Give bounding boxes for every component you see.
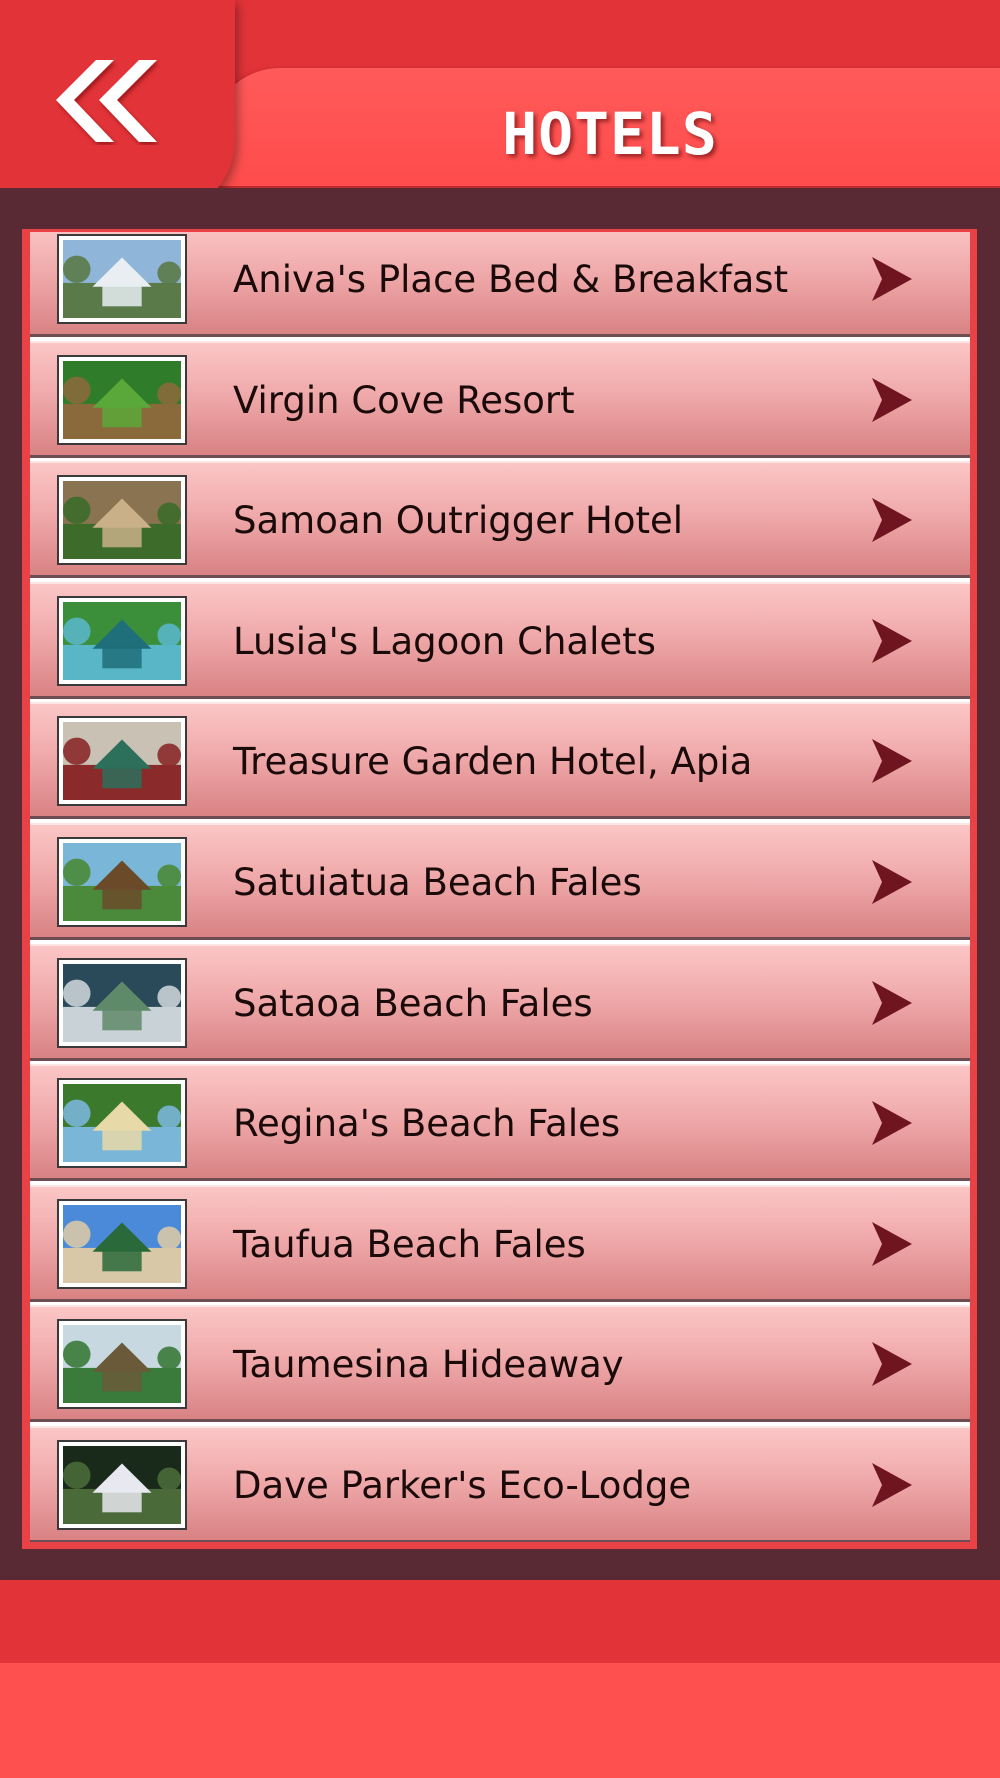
hotel-name: Samoan Outrigger Hotel bbox=[233, 499, 684, 543]
hotel-row[interactable]: Treasure Garden Hotel, Apia bbox=[30, 702, 970, 820]
beach-fale-photo bbox=[63, 843, 181, 921]
hotel-thumbnail bbox=[57, 1440, 187, 1530]
hotel-thumbnail bbox=[57, 1198, 187, 1289]
hotel-name: Sataoa Beach Fales bbox=[233, 981, 593, 1025]
hotel-name: Taumesina Hideaway bbox=[233, 1343, 624, 1387]
hotel-name: Lusia's Lagoon Chalets bbox=[233, 619, 656, 663]
footer-bar bbox=[0, 1580, 1000, 1663]
hotel-name: Dave Parker's Eco-Lodge bbox=[233, 1464, 692, 1507]
hotel-thumbnail bbox=[57, 716, 187, 807]
chevron-right-icon bbox=[872, 498, 912, 543]
hotel-row[interactable]: Virgin Cove Resort bbox=[30, 340, 970, 458]
chevron-right-icon bbox=[872, 1463, 912, 1507]
back-button[interactable] bbox=[0, 0, 235, 215]
hotel-row[interactable]: Lusia's Lagoon Chalets bbox=[30, 581, 970, 699]
hotel-name: Taufua Beach Fales bbox=[233, 1222, 586, 1266]
hotel-name: Aniva's Place Bed & Breakfast bbox=[233, 258, 789, 301]
hotel-thumbnail bbox=[57, 475, 187, 566]
hotel-name: Virgin Cove Resort bbox=[233, 378, 575, 422]
double-chevron-left-icon bbox=[56, 60, 157, 142]
hotel-list[interactable]: Aniva's Place Bed & Breakfast Virgin Cove… bbox=[30, 232, 970, 1542]
beach-shore-photo bbox=[63, 1084, 181, 1163]
hotel-row[interactable]: Aniva's Place Bed & Breakfast bbox=[30, 232, 970, 337]
chevron-right-icon bbox=[872, 618, 912, 663]
chevron-right-icon bbox=[872, 377, 912, 422]
hotel-thumbnail bbox=[57, 234, 187, 324]
hotel-row[interactable]: Samoan Outrigger Hotel bbox=[30, 461, 970, 579]
hotel-row[interactable]: Sataoa Beach Fales bbox=[30, 943, 970, 1061]
chevron-right-icon bbox=[872, 980, 912, 1025]
list-panel: Aniva's Place Bed & Breakfast Virgin Cove… bbox=[0, 188, 1000, 1580]
hotel-thumbnail bbox=[57, 354, 187, 445]
hotel-thumbnail bbox=[57, 1319, 187, 1410]
tropical-hut-photo bbox=[63, 360, 181, 439]
hotel-name: Regina's Beach Fales bbox=[233, 1102, 621, 1146]
bottom-banner bbox=[0, 1663, 1000, 1778]
chevron-right-icon bbox=[872, 739, 912, 784]
hotel-row[interactable]: Regina's Beach Fales bbox=[30, 1064, 970, 1182]
villa-photo bbox=[63, 240, 181, 318]
hotel-row[interactable]: Taumesina Hideaway bbox=[30, 1305, 970, 1423]
hotel-thumbnail bbox=[57, 595, 187, 686]
hotel-building-photo bbox=[63, 722, 181, 801]
hotel-thumbnail bbox=[57, 957, 187, 1048]
hotel-name: Satuiatua Beach Fales bbox=[233, 861, 642, 904]
chevron-right-icon bbox=[872, 1342, 912, 1387]
palm-beach-photo bbox=[63, 1204, 181, 1283]
hotel-thumbnail bbox=[57, 837, 187, 927]
hotel-row[interactable]: Satuiatua Beach Fales bbox=[30, 823, 970, 940]
hotel-thumbnail bbox=[57, 1078, 187, 1169]
chevron-right-icon bbox=[872, 860, 912, 904]
garden-pavilion-photo bbox=[63, 1325, 181, 1404]
page-title: HOTELS bbox=[502, 100, 718, 168]
thatched-fale-photo bbox=[63, 481, 181, 560]
hotel-row[interactable]: Taufua Beach Fales bbox=[30, 1184, 970, 1302]
chevron-right-icon bbox=[872, 1101, 912, 1146]
chevron-right-icon bbox=[872, 257, 912, 301]
hotel-name: Treasure Garden Hotel, Apia bbox=[233, 740, 753, 784]
hotel-list-frame: Aniva's Place Bed & Breakfast Virgin Cove… bbox=[22, 229, 977, 1549]
hotel-row[interactable]: Dave Parker's Eco-Lodge bbox=[30, 1426, 970, 1542]
beach-house-photo bbox=[63, 963, 181, 1042]
chevron-right-icon bbox=[872, 1221, 912, 1266]
eco-lodge-photo bbox=[63, 1446, 181, 1524]
lagoon-chalet-photo bbox=[63, 601, 181, 680]
